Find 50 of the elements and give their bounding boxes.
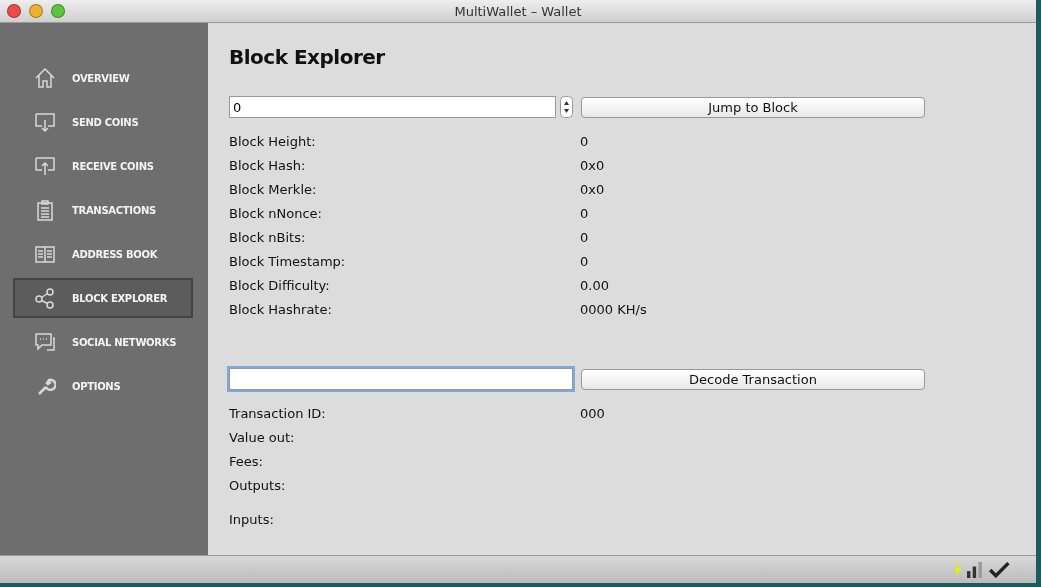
stepper-icon[interactable]: [560, 96, 573, 118]
zoom-button[interactable]: [51, 4, 65, 18]
sidebar-item[interactable]: SOCIAL NETWORKS: [13, 322, 193, 362]
checkmark-icon: [989, 561, 1010, 578]
sidebar-item[interactable]: SEND COINS: [13, 102, 193, 142]
block-number-field[interactable]: 0: [229, 96, 556, 118]
field-value: 0: [580, 133, 589, 149]
field-label: Block nBits:: [229, 229, 307, 245]
close-button[interactable]: [7, 4, 21, 18]
decode-transaction-button[interactable]: Decode Transaction: [581, 368, 925, 390]
window-title: MultiWallet – Wallet: [454, 3, 582, 19]
field-label: Block Height:: [229, 133, 317, 149]
sidebar-item[interactable]: OPTIONS: [13, 366, 193, 406]
sidebar-item[interactable]: ADDRESS BOOK: [13, 234, 193, 274]
book-icon: [34, 243, 56, 265]
field-label: Outputs:: [229, 477, 287, 493]
field-value: 0: [580, 253, 589, 269]
field-label: Fees:: [229, 453, 264, 469]
field-value: 0x0: [580, 157, 605, 173]
field-label: Block nNonce:: [229, 205, 323, 221]
field-label: Transaction ID:: [229, 405, 327, 421]
field-value: 0.00: [580, 277, 609, 293]
field-value: 000: [580, 405, 605, 421]
signal-icon: [967, 561, 984, 578]
field-label: Block Difficulty:: [229, 277, 331, 293]
field-value: 0x0: [580, 181, 605, 197]
field-label: Block Hash:: [229, 157, 307, 173]
clipboard-icon: [34, 199, 56, 221]
chat-icon: [34, 331, 56, 353]
home-icon: [34, 67, 56, 89]
field-label: Block Merkle:: [229, 181, 318, 197]
download-icon: [34, 111, 56, 133]
minimize-button[interactable]: [29, 4, 43, 18]
lightning-icon: [952, 561, 962, 578]
sidebar-item[interactable]: RECEIVE COINS: [13, 146, 193, 186]
field-label: Inputs:: [229, 511, 275, 527]
field-label: Block Timestamp:: [229, 253, 347, 269]
sidebar-item[interactable]: TRANSACTIONS: [13, 190, 193, 230]
field-label: Block Hashrate:: [229, 301, 333, 317]
share-icon: [34, 287, 56, 309]
field-value: 0: [580, 229, 589, 245]
field-label: Value out:: [229, 429, 296, 445]
page-title: Block Explorer: [229, 45, 386, 69]
sidebar-item[interactable]: OVERVIEW: [13, 58, 193, 98]
jump-to-block-button[interactable]: Jump to Block: [581, 96, 925, 118]
field-value: 0: [580, 205, 589, 221]
transaction-field[interactable]: [229, 368, 573, 390]
upload-icon: [34, 155, 56, 177]
sidebar-item[interactable]: BLOCK EXPLORER: [13, 278, 193, 318]
field-value: 0000 KH/s: [580, 301, 647, 317]
